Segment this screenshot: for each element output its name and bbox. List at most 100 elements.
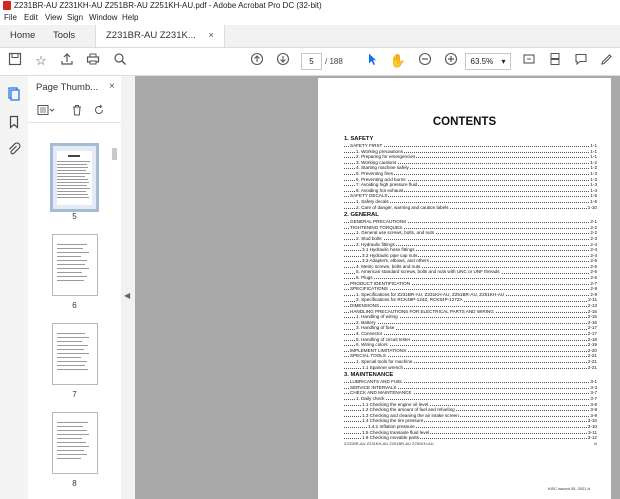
toc-entry[interactable]: 3. MAINTENANCE xyxy=(344,372,597,379)
toc-entry-title: 1.5 Checking transaxle fluid level xyxy=(362,429,431,435)
chevron-left-icon: ◀ xyxy=(124,291,131,300)
close-panel-icon[interactable]: × xyxy=(109,81,115,92)
thumbnail-list: 5 6 7 8 xyxy=(28,123,113,499)
toc-entry[interactable]: 2. Care of danger, warning and caution l… xyxy=(344,204,597,211)
toc-entry-title: LUBRICANTS AND FUEL xyxy=(350,379,404,385)
navigation-rail xyxy=(0,76,29,499)
page-number-input[interactable]: 5 xyxy=(301,53,322,70)
close-tab-icon[interactable]: × xyxy=(208,30,214,41)
thumbnail-page-7[interactable] xyxy=(52,323,98,385)
toc-entry-title: 1.2 Checking the amount of fuel and refu… xyxy=(362,407,456,413)
thumbnail-label: 7 xyxy=(72,390,77,399)
toc-entry-title: 3.1 Hydraulic hose fittings xyxy=(362,247,416,253)
zoom-select[interactable]: 63.5% ▾ xyxy=(465,53,511,70)
hand-tool-icon[interactable]: ✋ xyxy=(389,52,407,70)
thumbnail-preview xyxy=(57,329,93,380)
thumbnail-scrollbar[interactable] xyxy=(110,148,118,499)
toc-entry-title: PRODUCT IDENTIFICATION xyxy=(350,280,412,286)
search-icon[interactable] xyxy=(111,52,129,70)
toc-entry-title: 1. Daily check xyxy=(356,395,386,401)
toc-entry-title: 1. General use screws, bolts, and nuts xyxy=(356,230,436,236)
toc-entry-page: 3-12 xyxy=(586,435,597,441)
next-page-icon[interactable] xyxy=(274,52,292,70)
toc-entry-title: 1.4.1 Inflation pressure xyxy=(368,423,416,429)
toc-entry-title: 6. Plugs xyxy=(356,275,374,281)
toc-entry-title: 3. Handling of fuse xyxy=(356,325,396,331)
scroll-mode-icon[interactable] xyxy=(546,52,564,70)
menu-view[interactable]: View xyxy=(45,11,62,25)
options-menu-icon[interactable] xyxy=(36,104,56,118)
attachments-icon[interactable] xyxy=(5,142,23,160)
thumbnail-label: 8 xyxy=(72,479,77,488)
toc-entry-title: 5. Preventing fires xyxy=(356,170,395,176)
panel-collapse-handle[interactable]: ◀ xyxy=(121,76,135,499)
thumbnail-page-5[interactable] xyxy=(50,143,99,212)
toc-entry-title: 3.3 Adapters, elbows, and others xyxy=(362,258,430,264)
save-icon[interactable] xyxy=(6,52,24,70)
rotate-page-icon[interactable] xyxy=(92,104,106,118)
toc-entry-title: 1.3 Checking and cleaning the air intake… xyxy=(362,412,460,418)
toc-entry-title: SPECIAL TOOLS xyxy=(350,353,387,359)
toc-entry-title: SPECIFICATIONS xyxy=(350,286,389,292)
toc-entry-title: 6. Preventing acid burns xyxy=(356,176,407,182)
zoom-in-icon[interactable] xyxy=(442,52,460,70)
thumbnail-preview xyxy=(57,418,93,469)
toc-entry[interactable]: 1. SAFETY xyxy=(344,136,597,143)
tab-document[interactable]: Z231BR-AU Z231K... × xyxy=(95,25,225,47)
menu-bar: File Edit View Sign Window Help xyxy=(0,11,620,25)
toc-entry-title: 5. American standard screws, bolts and n… xyxy=(356,269,501,275)
toc-entry-title: 1.1 Spanner wrench xyxy=(362,364,405,370)
bookmark-star-icon[interactable]: ☆ xyxy=(32,52,50,70)
toc-entry-title: HANDLING PRECAUTIONS FOR ELECTRICAL PART… xyxy=(350,308,495,314)
toc-entry-title: 2. GENERAL xyxy=(344,212,380,219)
scrollbar-thumb[interactable] xyxy=(112,148,117,160)
tab-home[interactable]: Home xyxy=(10,25,35,47)
toc-entry[interactable]: 1.1 Spanner wrench 2-21 xyxy=(344,364,597,371)
footer-issue-date: KiSC issued 05, 2021 A xyxy=(548,486,591,491)
toc-entry-title: 1. Safety decals xyxy=(356,198,390,204)
page-count: / 188 xyxy=(325,57,343,66)
comment-icon[interactable] xyxy=(572,52,590,70)
upload-icon[interactable] xyxy=(58,52,76,70)
fit-page-icon[interactable] xyxy=(520,52,538,70)
sign-icon[interactable] xyxy=(598,52,616,70)
print-icon[interactable] xyxy=(84,52,102,70)
thumbnail-page-8[interactable] xyxy=(52,412,98,474)
thumbnail-label: 5 xyxy=(72,212,77,221)
previous-page-icon[interactable] xyxy=(248,52,266,70)
select-cursor-icon[interactable] xyxy=(363,52,381,70)
page-heading: CONTENTS xyxy=(432,116,497,128)
pdf-page: CONTENTS 1. SAFETY SAFETY FIRST 1-1 1. Work… xyxy=(318,78,611,499)
toc-entry-title: 2. Preparing for emergencies xyxy=(356,154,417,160)
title-bar: Z231BR-AU Z231KH-AU Z251BR-AU Z251KH-AU.… xyxy=(0,0,620,11)
toc-entry[interactable]: 2. GENERAL xyxy=(344,212,597,219)
toc-entry-title: 1.1 Checking the engine oil level xyxy=(362,401,430,407)
bookmarks-icon[interactable] xyxy=(5,115,23,133)
toc-entry-title: TIGHTENING TORQUES xyxy=(350,224,404,230)
thumbnail-page-6[interactable] xyxy=(52,234,98,296)
menu-sign[interactable]: Sign xyxy=(67,11,83,25)
thumbnail-preview xyxy=(57,151,92,205)
toc-entry-title: 4. Metric screws, bolts and nuts xyxy=(356,263,422,269)
toc-entry[interactable]: 1.6 Checking movable parts 3-12 xyxy=(344,435,597,441)
menu-file[interactable]: File xyxy=(4,11,17,25)
toc-entry-title: 8. Avoiding hot exhaust xyxy=(356,187,405,193)
page-thumbnails-icon[interactable] xyxy=(5,87,23,105)
zoom-out-icon[interactable] xyxy=(416,52,434,70)
toc-entry-title: 1.4 Checking the tire pressure xyxy=(362,418,425,424)
toc-entry-title: GENERAL PRECAUTIONS xyxy=(350,219,408,225)
toc-entry-title: 2. Specifications for RCK48P-124Z, RCK54… xyxy=(356,297,464,303)
tab-tools[interactable]: Tools xyxy=(53,25,75,47)
toc-entry-title: 3. MAINTENANCE xyxy=(344,372,395,379)
delete-page-icon[interactable] xyxy=(70,104,84,118)
toc-entry-title: 2. Care of danger, warning and caution l… xyxy=(356,204,450,210)
thumbnail-label: 6 xyxy=(72,301,77,310)
toc-entry-title: 3. Working cautions xyxy=(356,159,398,165)
footer-model-text: Z231BR-AU Z231KH-AU Z251BR-AU Z251KH-AU xyxy=(344,441,434,446)
menu-edit[interactable]: Edit xyxy=(24,11,38,25)
toc-entry-page: 2-21 xyxy=(586,364,597,371)
menu-window[interactable]: Window xyxy=(89,11,117,25)
window-title: Z231BR-AU Z231KH-AU Z251BR-AU Z251KH-AU.… xyxy=(14,1,322,10)
menu-help[interactable]: Help xyxy=(122,11,138,25)
toc-entry-title: 1. Specifications for Z231BR-AU, Z231KH-… xyxy=(356,291,506,297)
